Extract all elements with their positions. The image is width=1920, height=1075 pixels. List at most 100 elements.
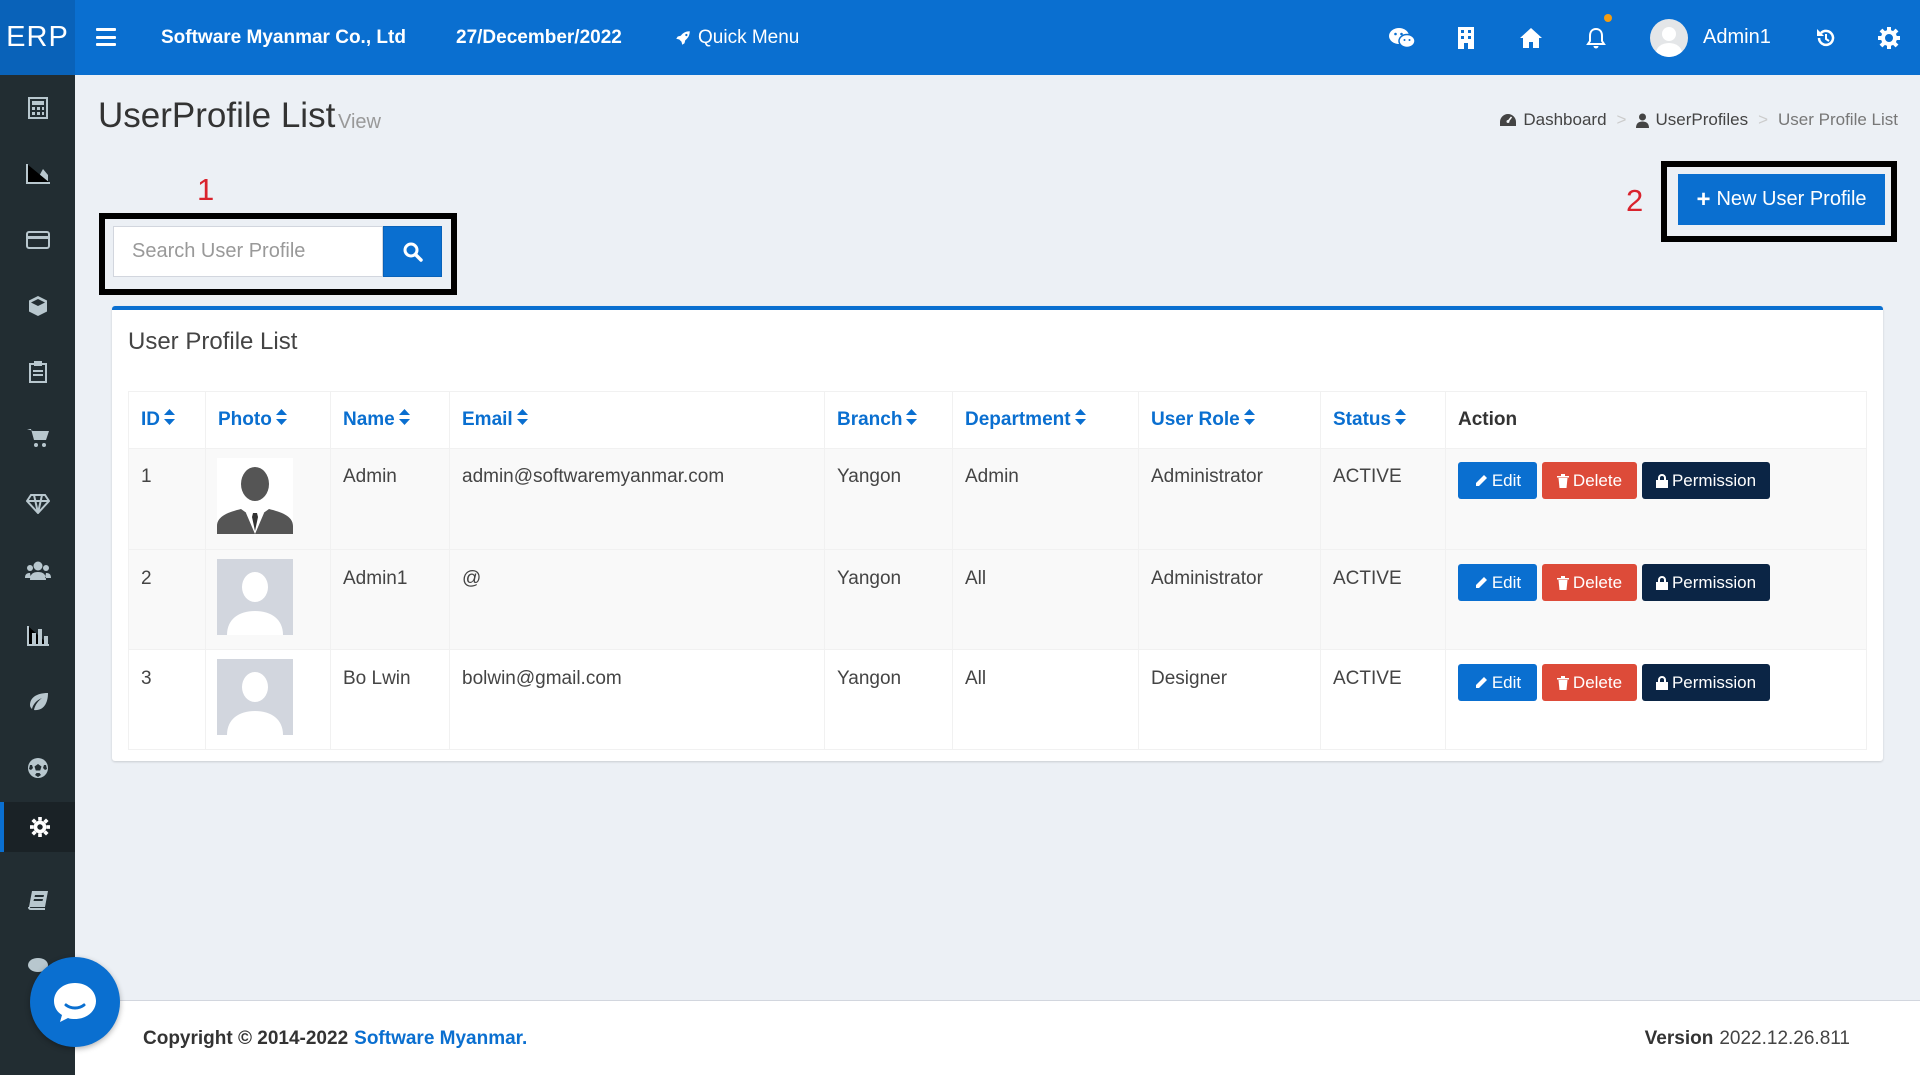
sort-icon [906, 408, 918, 431]
footer: Copyright © 2014-2022 Software Myanmar. … [75, 1000, 1920, 1075]
cell-user-role: Administrator [1138, 549, 1321, 650]
permission-button[interactable]: Permission [1642, 462, 1770, 499]
copyright-text: Copyright © 2014-2022 [143, 1027, 349, 1049]
breadcrumb-separator: > [1616, 110, 1627, 129]
delete-button[interactable]: Delete [1542, 564, 1637, 601]
chat-widget-button[interactable] [30, 957, 120, 1047]
sort-icon [516, 408, 528, 431]
sidebar-calculator-icon[interactable] [0, 83, 75, 133]
business-person-photo [217, 458, 293, 534]
table-row: 1 Admin admin@softwaremyanmar.com Yangon… [128, 448, 1867, 550]
annotation-number-2: 2 [1626, 183, 1644, 218]
search-input[interactable] [113, 226, 383, 277]
user-avatar[interactable] [1650, 19, 1688, 57]
cell-department: Admin [952, 448, 1139, 550]
sidebar-book-icon[interactable] [0, 875, 75, 925]
plus-icon: + [1696, 185, 1711, 213]
sort-icon [1074, 408, 1086, 431]
edit-button[interactable]: Edit [1458, 564, 1537, 601]
erp-logo[interactable]: ERP [0, 0, 75, 75]
cell-name: Bo Lwin [330, 649, 450, 750]
cell-photo [205, 649, 331, 750]
cell-action: Edit Delete Permission [1445, 649, 1867, 750]
history-icon[interactable] [1806, 0, 1846, 75]
page-subtitle: View [338, 111, 381, 133]
quick-menu-link[interactable]: Quick Menu [674, 0, 799, 75]
permission-button[interactable]: Permission [1642, 564, 1770, 601]
sort-icon [275, 408, 287, 431]
user-name[interactable]: Admin1 [1703, 0, 1771, 75]
pencil-icon [1475, 676, 1487, 688]
breadcrumb-dashboard[interactable]: Dashboard [1523, 110, 1606, 130]
lock-icon [1655, 575, 1668, 590]
cell-id: 2 [128, 549, 206, 650]
sidebar-leaf-icon[interactable] [0, 677, 75, 727]
menu-toggle-icon[interactable] [96, 28, 116, 46]
delete-button[interactable]: Delete [1542, 664, 1637, 701]
lock-icon [1655, 473, 1668, 488]
bell-icon[interactable] [1576, 0, 1616, 75]
sidebar [0, 75, 75, 1075]
trash-icon [1556, 675, 1569, 690]
column-header-department[interactable]: Department [952, 391, 1139, 449]
sidebar-credit-card-icon[interactable] [0, 215, 75, 265]
cell-status: ACTIVE [1320, 549, 1446, 650]
sidebar-settings-icon[interactable] [0, 802, 75, 852]
column-header-user-role[interactable]: User Role [1138, 391, 1321, 449]
cell-photo [205, 448, 331, 550]
gear-icon[interactable] [1869, 0, 1909, 75]
cell-action: Edit Delete Permission [1445, 549, 1867, 650]
column-header-status[interactable]: Status [1320, 391, 1446, 449]
column-header-name[interactable]: Name [330, 391, 450, 449]
cell-department: All [952, 649, 1139, 750]
pencil-icon [1475, 576, 1487, 588]
trash-icon [1556, 575, 1569, 590]
copyright: Copyright © 2014-2022 Software Myanmar. [143, 1001, 527, 1075]
version-number: 2022.12.26.811 [1719, 1027, 1850, 1049]
cell-email: admin@softwaremyanmar.com [449, 448, 825, 550]
cell-email: @ [449, 549, 825, 650]
table-row: 3 Bo Lwin bolwin@gmail.com Yangon All De… [128, 649, 1867, 750]
sidebar-cube-icon[interactable] [0, 281, 75, 331]
delete-button[interactable]: Delete [1542, 462, 1637, 499]
user-profile-table: ID Photo Name Email Branch Department Us… [128, 391, 1867, 750]
sidebar-soccer-ball-icon[interactable] [0, 743, 75, 793]
user-profile-list-box: User Profile List ID Photo Name Email Br… [112, 306, 1883, 761]
column-header-email[interactable]: Email [449, 391, 825, 449]
sort-icon [398, 408, 410, 431]
sort-icon [1395, 408, 1407, 431]
cell-action: Edit Delete Permission [1445, 448, 1867, 550]
company-link[interactable]: Software Myanmar. [354, 1028, 527, 1050]
cell-name: Admin1 [330, 549, 450, 650]
user-icon [1636, 113, 1650, 128]
edit-button[interactable]: Edit [1458, 462, 1537, 499]
edit-button[interactable]: Edit [1458, 664, 1537, 701]
sidebar-clipboard-icon[interactable] [0, 347, 75, 397]
wechat-icon[interactable] [1382, 0, 1422, 75]
column-header-branch[interactable]: Branch [824, 391, 953, 449]
column-header-id[interactable]: ID [128, 391, 206, 449]
version-info: Version 2022.12.26.811 [1645, 1001, 1850, 1075]
sidebar-bar-chart-icon[interactable] [0, 611, 75, 661]
sidebar-diamond-icon[interactable] [0, 479, 75, 529]
table-header-row: ID Photo Name Email Branch Department Us… [128, 391, 1867, 449]
new-user-profile-button[interactable]: + New User Profile [1678, 174, 1885, 225]
breadcrumb-userprofiles[interactable]: UserProfiles [1655, 110, 1748, 130]
sidebar-area-chart-icon[interactable] [0, 149, 75, 199]
company-name[interactable]: Software Myanmar Co., Ltd [161, 0, 406, 75]
cell-status: ACTIVE [1320, 649, 1446, 750]
cell-id: 3 [128, 649, 206, 750]
search-button[interactable] [383, 226, 442, 277]
cell-branch: Yangon [824, 448, 953, 550]
column-header-photo[interactable]: Photo [205, 391, 331, 449]
permission-button[interactable]: Permission [1642, 664, 1770, 701]
home-icon[interactable] [1511, 0, 1551, 75]
top-navbar: ERP Software Myanmar Co., Ltd 27/Decembe… [0, 0, 1920, 75]
breadcrumb-separator: > [1758, 110, 1769, 129]
building-icon[interactable] [1446, 0, 1486, 75]
cell-user-role: Designer [1138, 649, 1321, 750]
rocket-icon [676, 30, 690, 45]
sidebar-cart-icon[interactable] [0, 413, 75, 463]
sidebar-users-icon[interactable] [0, 545, 75, 595]
cell-branch: Yangon [824, 549, 953, 650]
